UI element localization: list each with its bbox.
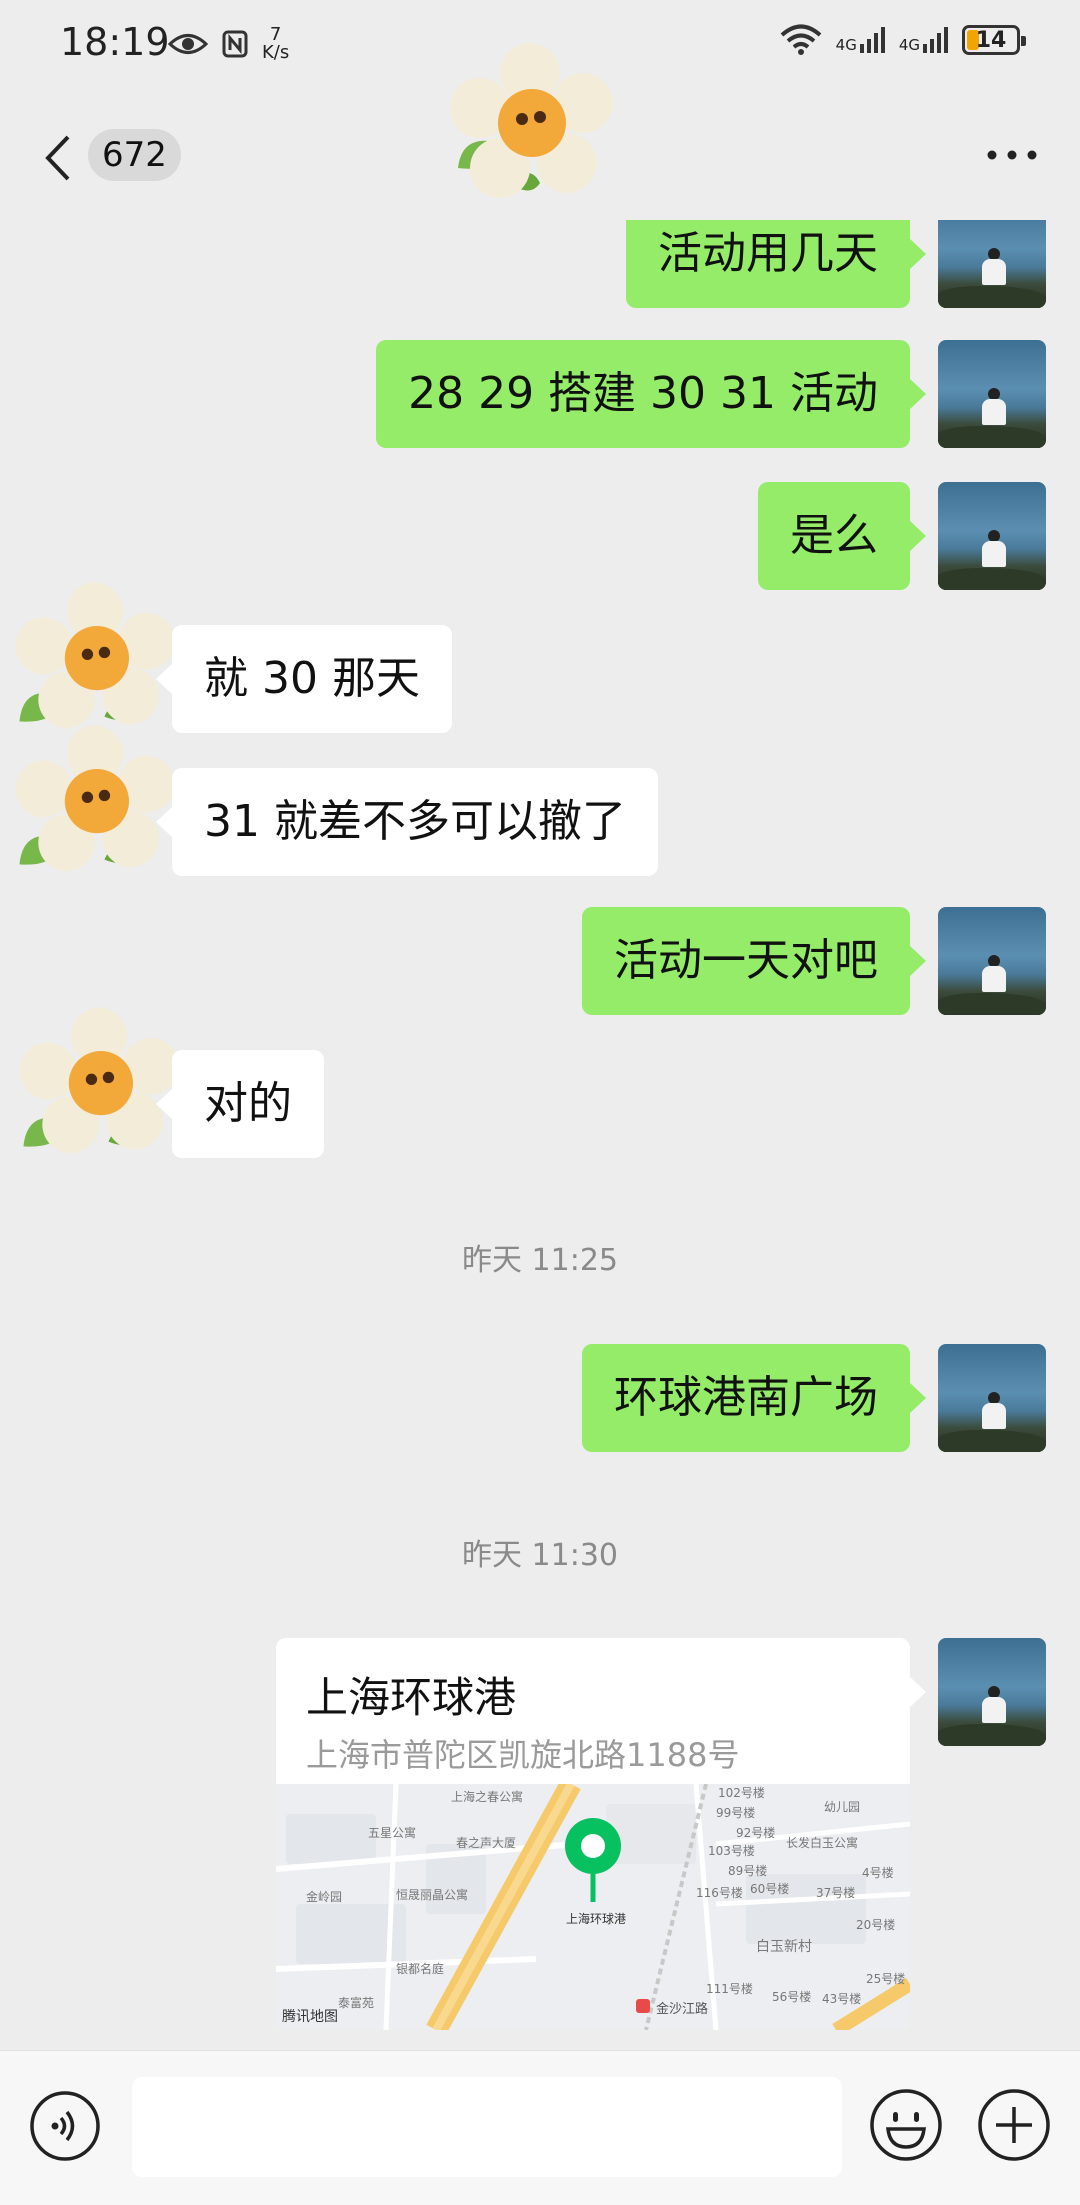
status-icons-left: 7 K/s [168,26,289,62]
more-icon[interactable] [984,145,1040,165]
input-bar [0,2050,1080,2205]
map-label: 56号楼 [772,1990,812,2004]
map-label: 25号楼 [866,1972,906,1986]
timestamp: 昨天 11:30 [462,1538,618,1573]
chat-header: 672 [0,43,1080,220]
contact-avatar[interactable] [440,33,620,213]
map-label: 金岭园 [306,1890,343,1904]
map-label: 89号楼 [728,1864,768,1878]
map-pin-label: 上海环球港 [566,1912,627,1926]
location-card-arrow [909,1676,926,1708]
map-label: 银都名庭 [396,1962,445,1976]
message-outgoing: 28 29 搭建 30 31 活动 [0,340,1080,460]
self-avatar[interactable] [938,907,1046,1015]
map-label: 20号楼 [856,1918,896,1932]
signal-icon-2: 4G [899,26,948,54]
back-icon[interactable] [40,133,80,183]
signal-label: 4G [835,36,857,54]
location-address: 上海市普陀区凯旋北路1188号 [306,1736,740,1774]
map-label: 幼儿园 [824,1800,861,1814]
battery-level: 14 [975,27,1007,53]
map-label: 五星公寓 [368,1826,417,1840]
map-label: 102号楼 [718,1786,765,1800]
message-incoming: 31 就差不多可以撤了 [0,718,1080,888]
map-label: 92号楼 [736,1826,776,1840]
self-avatar[interactable] [938,482,1046,590]
self-avatar[interactable] [938,220,1046,308]
message-outgoing-location: 上海环球港 上海市普陀区凯旋北路1188号 上海之春公寓 春之声大厦 五星公寓 … [0,1638,1080,2038]
map-label: 111号楼 [706,1982,753,1996]
signal-label-2: 4G [898,36,920,54]
message-list[interactable]: 活动用几天 28 29 搭建 30 31 活动 是么 就 30 那天 31 就差… [0,220,1080,2050]
location-name: 上海环球港 [306,1673,517,1722]
net-speed: 7 K/s [262,26,289,62]
message-outgoing: 活动用几天 [0,220,1080,310]
location-map[interactable]: 上海之春公寓 春之声大厦 五星公寓 恒晟丽晶公寓 金岭园 银都名庭 泰富苑 长发… [276,1784,910,2030]
map-label: 116号楼 [696,1886,743,1900]
status-icons-right: 4G 4G 14 [780,24,1026,56]
unread-count-badge[interactable]: 672 [88,129,181,181]
contact-avatar[interactable] [10,718,180,888]
voice-icon[interactable] [28,2089,102,2163]
status-time: 18:19 [60,20,170,64]
message-outgoing: 环球港南广场 [0,1344,1080,1464]
message-bubble[interactable]: 31 就差不多可以撤了 [156,768,658,876]
map-station-label: 金沙江路 [656,2002,709,2017]
battery-icon: 14 [962,25,1026,55]
message-incoming: 对的 [0,1000,1080,1170]
message-bubble[interactable]: 活动一天对吧 [582,907,926,1015]
eye-icon [168,34,208,54]
message-bubble[interactable]: 是么 [758,482,926,590]
map-label: 4号楼 [862,1866,894,1880]
message-bubble[interactable]: 活动用几天 [626,220,926,308]
nfc-icon [222,30,248,58]
map-label: 上海之春公寓 [451,1790,524,1804]
emoji-icon[interactable] [868,2087,944,2163]
message-input[interactable] [132,2077,842,2177]
map-label: 长发白玉公寓 [786,1836,859,1850]
net-speed-unit: K/s [262,42,290,63]
message-bubble[interactable]: 就 30 那天 [156,625,452,733]
signal-icon: 4G [836,26,885,54]
map-brand-label: 腾讯地图 [282,2009,338,2025]
self-avatar[interactable] [938,340,1046,448]
map-label: 春之声大厦 [456,1836,517,1850]
map-label: 60号楼 [750,1882,790,1896]
contact-avatar[interactable] [14,1000,184,1170]
message-bubble[interactable]: 环球港南广场 [582,1344,926,1452]
location-card[interactable]: 上海环球港 上海市普陀区凯旋北路1188号 上海之春公寓 春之声大厦 五星公寓 … [276,1638,910,2030]
map-label: 103号楼 [708,1844,755,1858]
map-label: 泰富苑 [338,1996,375,2010]
self-avatar[interactable] [938,1638,1046,1746]
map-label: 恒晟丽晶公寓 [396,1888,469,1902]
map-label: 白玉新村 [756,1939,812,1955]
message-bubble[interactable]: 28 29 搭建 30 31 活动 [376,340,926,448]
self-avatar[interactable] [938,1344,1046,1452]
timestamp: 昨天 11:25 [462,1243,618,1278]
map-label: 43号楼 [822,1992,862,2006]
wifi-icon [780,24,821,55]
map-label: 99号楼 [716,1806,756,1820]
message-bubble[interactable]: 对的 [156,1050,324,1158]
plus-icon[interactable] [976,2087,1052,2163]
map-label: 37号楼 [816,1886,856,1900]
